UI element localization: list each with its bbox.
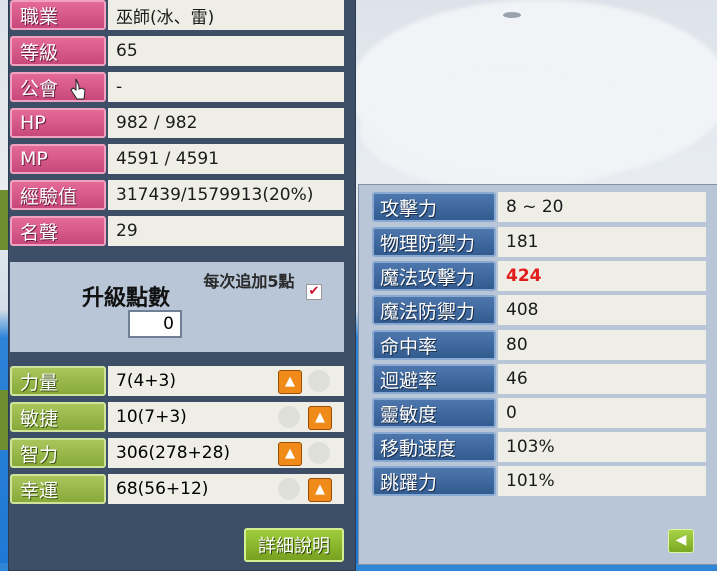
mp-value: 4591 / 4591 (108, 144, 344, 174)
combat-row-attack: 攻擊力 8 ~ 20 (372, 192, 706, 222)
ability-point-count: 0 (128, 310, 182, 338)
avoidability-label: 迴避率 (372, 364, 496, 394)
attribute-row-str: 力量 7(4+3) ▲ (10, 366, 344, 396)
fame-label: 名聲 (10, 216, 106, 246)
dex-value-cell: 10(7+3) ▲ (108, 402, 344, 432)
luk-value: 68(56+12) (116, 479, 209, 499)
attribute-row-int: 智力 306(278+28) ▲ (10, 438, 344, 468)
background-strip (0, 190, 8, 250)
int-value-cell: 306(278+28) ▲ (108, 438, 344, 468)
attribute-section: 力量 7(4+3) ▲ 敏捷 10(7+3) ▲ 智力 306(278+28) … (10, 362, 344, 512)
job-label: 職業 (10, 0, 106, 30)
attack-value: 8 ~ 20 (498, 192, 706, 222)
guild-label: 公會 (10, 72, 106, 102)
profile-row-fame: 名聲 29 (10, 216, 344, 246)
hp-label: HP (10, 108, 106, 138)
mp-label: MP (10, 144, 106, 174)
magic-defense-value: 408 (498, 295, 706, 325)
checkmark-icon: ✔ (308, 284, 320, 299)
add-five-checkbox[interactable]: ✔ (306, 284, 322, 300)
str-value-cell: 7(4+3) ▲ (108, 366, 344, 396)
dex-label: 敏捷 (10, 402, 106, 432)
bird-sprite (503, 12, 521, 18)
jump-label: 跳躍力 (372, 466, 496, 496)
combat-row-accuracy: 命中率 80 (372, 330, 706, 360)
empty-slot (308, 370, 330, 392)
str-label: 力量 (10, 366, 106, 396)
attribute-row-dex: 敏捷 10(7+3) ▲ (10, 402, 344, 432)
arrow-up-icon: ▲ (315, 482, 325, 497)
combat-row-magic-attack: 魔法攻擊力 424 (372, 261, 706, 291)
combat-row-avoidability: 迴避率 46 (372, 364, 706, 394)
speed-value: 103% (498, 432, 706, 462)
luk-up-button[interactable]: ▲ (308, 478, 332, 502)
physical-defense-label: 物理防禦力 (372, 227, 496, 257)
level-label: 等級 (10, 36, 106, 66)
luk-label: 幸運 (10, 474, 106, 504)
hands-value: 0 (498, 398, 706, 428)
arrow-left-icon: ◀ (675, 532, 687, 548)
magic-defense-label: 魔法防禦力 (372, 295, 496, 325)
empty-slot (308, 442, 330, 464)
empty-slot (278, 406, 300, 428)
ability-point-section: 升級點數 0 每次追加5點 ✔ (10, 262, 344, 352)
job-value: 巫師(冰、雷) (108, 0, 344, 30)
level-value: 65 (108, 36, 344, 66)
profile-row-mp: MP 4591 / 4591 (10, 144, 344, 174)
attack-label: 攻擊力 (372, 192, 496, 222)
exp-label: 經驗值 (10, 180, 106, 210)
str-value: 7(4+3) (116, 371, 176, 391)
profile-row-level: 等級 65 (10, 36, 344, 66)
collapse-detail-button[interactable]: ◀ (668, 529, 694, 553)
fame-value: 29 (108, 216, 344, 246)
add-five-label: 每次追加5點 (203, 272, 295, 291)
physical-defense-value: 181 (498, 227, 706, 257)
dex-up-button[interactable]: ▲ (308, 406, 332, 430)
profile-row-job: 職業 巫師(冰、雷) (10, 0, 344, 30)
profile-row-exp: 經驗值 317439/1579913(20%) (10, 180, 344, 210)
attribute-row-luk: 幸運 68(56+12) ▲ (10, 474, 344, 504)
luk-value-cell: 68(56+12) ▲ (108, 474, 344, 504)
exp-value: 317439/1579913(20%) (108, 180, 344, 210)
hp-value: 982 / 982 (108, 108, 344, 138)
arrow-up-icon: ▲ (315, 410, 325, 425)
int-value: 306(278+28) (116, 443, 231, 463)
combat-row-magic-defense: 魔法防禦力 408 (372, 295, 706, 325)
int-label: 智力 (10, 438, 106, 468)
detail-button[interactable]: 詳細說明 (244, 528, 344, 562)
magic-attack-value: 424 (498, 261, 706, 291)
arrow-up-icon: ▲ (285, 374, 295, 389)
speed-label: 移動速度 (372, 432, 496, 462)
guild-value: - (108, 72, 344, 102)
combat-row-physical-defense: 物理防禦力 181 (372, 227, 706, 257)
profile-row-hp: HP 982 / 982 (10, 108, 344, 138)
int-up-button[interactable]: ▲ (278, 442, 302, 466)
magic-attack-label: 魔法攻擊力 (372, 261, 496, 291)
jump-value: 101% (498, 466, 706, 496)
profile-row-guild: 公會 - (10, 72, 344, 102)
avoidability-value: 46 (498, 364, 706, 394)
hands-label: 靈敏度 (372, 398, 496, 428)
empty-slot (278, 478, 300, 500)
str-up-button[interactable]: ▲ (278, 370, 302, 394)
ability-point-label: 升級點數 (82, 286, 171, 311)
dex-value: 10(7+3) (116, 407, 187, 427)
accuracy-value: 80 (498, 330, 706, 360)
combat-row-speed: 移動速度 103% (372, 432, 706, 462)
accuracy-label: 命中率 (372, 330, 496, 360)
combat-row-hands: 靈敏度 0 (372, 398, 706, 428)
background-strip (0, 390, 8, 450)
combat-row-jump: 跳躍力 101% (372, 466, 706, 496)
cloud (360, 70, 660, 190)
arrow-up-icon: ▲ (285, 446, 295, 461)
hand-cursor-icon (70, 78, 86, 100)
detail-button-label: 詳細說明 (258, 536, 330, 557)
